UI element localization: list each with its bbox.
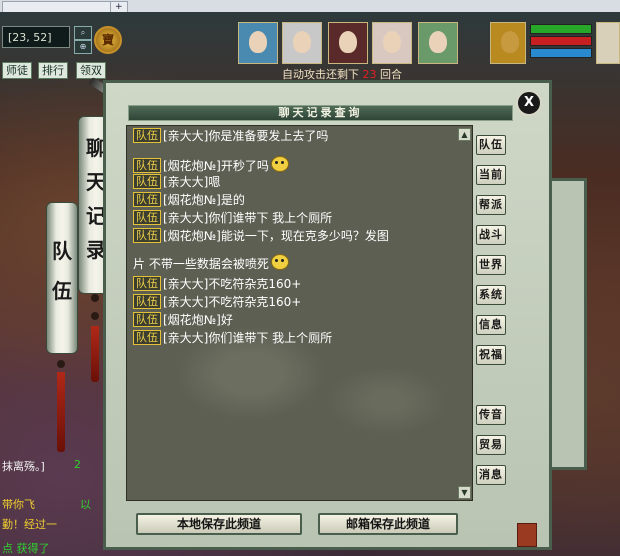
- double-exp-button[interactable]: 领双: [76, 62, 106, 79]
- channel-battle-button[interactable]: 战斗: [476, 225, 506, 245]
- bead: [91, 294, 99, 302]
- chat-message: 队伍 [烟花炮№]好: [133, 312, 233, 328]
- bg-chat-line-2: 带你飞: [2, 498, 35, 511]
- channel-tag: 队伍: [133, 210, 161, 225]
- channel-blessing-button[interactable]: 祝福: [476, 345, 506, 365]
- bg-chat-line-4: 点 获得了: [2, 542, 50, 555]
- channel-trade-button[interactable]: 贸易: [476, 435, 506, 455]
- chat-message: 队伍 [亲大大]不吃符杂克160+: [133, 276, 301, 292]
- channel-guild-button[interactable]: 帮派: [476, 195, 506, 215]
- lotus-watermark: [327, 366, 447, 436]
- treasure-button[interactable]: 寶: [94, 26, 122, 54]
- channel-message-button[interactable]: 消息: [476, 465, 506, 485]
- chat-log[interactable]: 队伍 [亲大大]你是准备要发上去了吗 队伍 [烟花炮№]开秒了吗 队伍 [亲大大]嗯 …: [126, 125, 473, 501]
- background-panel-edge: [552, 178, 587, 470]
- channel-system-button[interactable]: 系统: [476, 285, 506, 305]
- bg-chat-line-3: 勤！经过一: [2, 518, 57, 531]
- chat-message: 队伍 [烟花炮№]能说一下，现在克多少吗？发图: [133, 228, 389, 244]
- bg-chat-line-1: 抹离殇。]: [2, 460, 45, 473]
- scroll-down-icon[interactable]: ▼: [458, 486, 471, 499]
- panel-title: 聊天记录查询: [128, 105, 513, 121]
- emoji-icon: [270, 156, 289, 172]
- chat-message: 队伍 [烟花炮№]是的: [133, 192, 245, 208]
- sp-bar: [530, 48, 592, 58]
- channel-tag: 队伍: [133, 228, 161, 243]
- map-coordinates: [23, 52]: [2, 26, 70, 48]
- team-avatar-5[interactable]: [418, 22, 458, 64]
- channel-tag: 队伍: [133, 294, 161, 309]
- ranking-button[interactable]: 排行: [38, 62, 68, 79]
- save-mail-button[interactable]: 邮箱保存此频道: [318, 513, 458, 535]
- chat-message: 片 不带一些数据会被喷死: [133, 254, 289, 271]
- team-avatar-2[interactable]: [282, 22, 322, 64]
- chat-message: 队伍 [亲大大]不吃符杂克160+: [133, 294, 301, 310]
- channel-team-button[interactable]: 队伍: [476, 135, 506, 155]
- map-search-icon[interactable]: ⌕: [74, 26, 92, 40]
- mentor-button[interactable]: 师徒: [2, 62, 32, 79]
- channel-tag: 队伍: [133, 192, 161, 207]
- bg-chat-line-2b: 以: [80, 498, 91, 511]
- new-tab-button[interactable]: +: [110, 1, 128, 12]
- browser-tab[interactable]: [2, 1, 112, 12]
- map-toggle-icon[interactable]: ⊕: [74, 40, 92, 54]
- channel-tag: 队伍: [133, 276, 161, 291]
- chat-message: 队伍 [亲大大]你们谁带下 我上个厕所: [133, 210, 332, 226]
- bg-chat-line-1b: 2: [74, 458, 81, 471]
- scroll-up-icon[interactable]: ▲: [458, 128, 471, 141]
- close-button[interactable]: X: [516, 90, 542, 116]
- channel-world-button[interactable]: 世界: [476, 255, 506, 275]
- bead: [57, 360, 65, 368]
- channel-tag: 队伍: [133, 174, 161, 189]
- channel-tag: 队伍: [133, 312, 161, 327]
- save-local-button[interactable]: 本地保存此频道: [136, 513, 302, 535]
- team-avatar-3[interactable]: [328, 22, 368, 64]
- pet-avatar[interactable]: [596, 22, 620, 64]
- team-scroll[interactable]: 队伍: [46, 202, 78, 354]
- chat-message: 队伍 [亲大大]你是准备要发上去了吗: [133, 128, 328, 144]
- player-portrait[interactable]: [490, 22, 526, 64]
- team-scroll-label: 队伍: [52, 239, 72, 303]
- channel-tag: 队伍: [133, 128, 161, 143]
- tassel: [91, 326, 99, 382]
- channel-info-button[interactable]: 信息: [476, 315, 506, 335]
- channel-current-button[interactable]: 当前: [476, 165, 506, 185]
- chat-message: 队伍 [烟花炮№]开秒了吗: [133, 156, 289, 173]
- mp-bar: [530, 36, 592, 46]
- hp-bar: [530, 24, 592, 34]
- chat-history-panel: 聊天记录查询 队伍 [亲大大]你是准备要发上去了吗 队伍 [烟花炮№]开秒了吗 队伍…: [103, 80, 552, 550]
- seal-stamp: [517, 523, 537, 547]
- team-avatar-1[interactable]: [238, 22, 278, 64]
- channel-whisper-button[interactable]: 传音: [476, 405, 506, 425]
- team-avatar-4[interactable]: [372, 22, 412, 64]
- emoji-icon: [270, 254, 289, 270]
- chat-message: 队伍 [亲大大]你们谁带下 我上个厕所: [133, 330, 332, 346]
- tassel: [57, 372, 65, 452]
- channel-tag: 队伍: [133, 330, 161, 345]
- channel-tag: 队伍: [133, 158, 161, 173]
- bead: [91, 312, 99, 320]
- chat-message: 队伍 [亲大大]嗯: [133, 174, 220, 190]
